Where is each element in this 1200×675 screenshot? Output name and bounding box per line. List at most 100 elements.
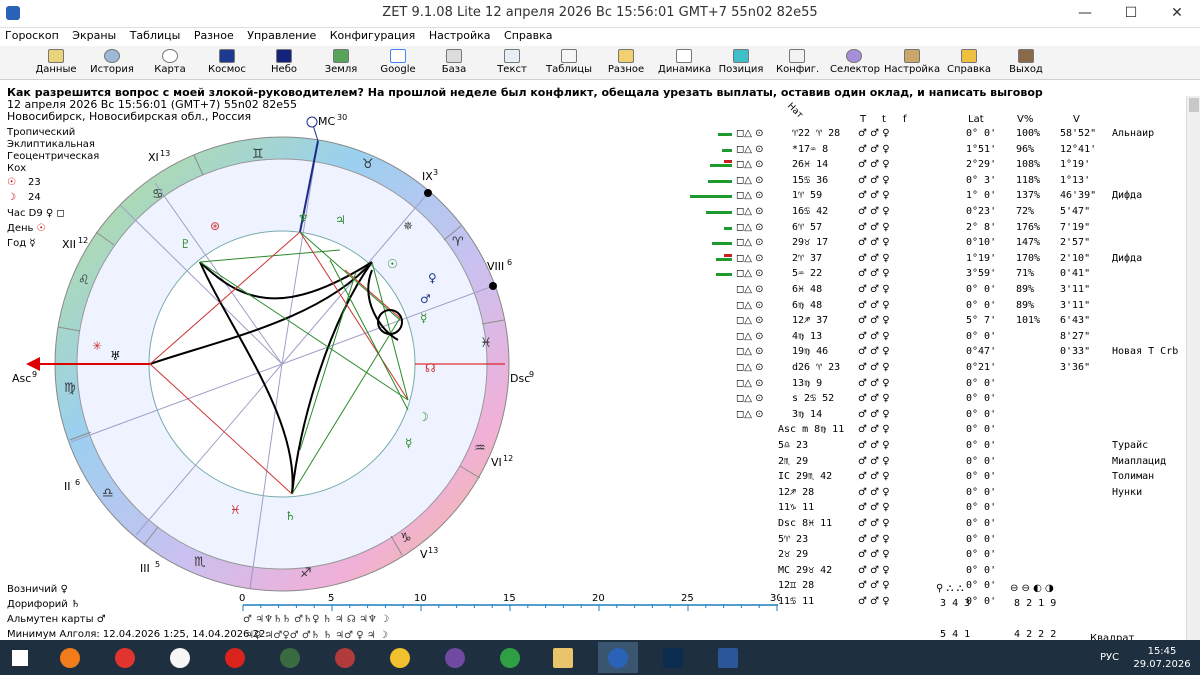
moon-glyph-icon: ☿: [420, 311, 427, 325]
house-9-label: IX: [422, 170, 433, 183]
star-cell: Новая Т Crb: [1112, 346, 1179, 358]
app-task-5[interactable]: [490, 642, 530, 673]
close-button[interactable]: ✕: [1154, 0, 1200, 28]
dsc-label: Dsc: [510, 372, 530, 385]
scroll-thumb[interactable]: [1189, 98, 1199, 112]
scale-tick-0: 0: [239, 593, 245, 604]
col-t-lower: t: [882, 114, 886, 125]
app-task-4[interactable]: [435, 642, 475, 673]
toolbar-exit-button[interactable]: Выход: [1006, 46, 1046, 80]
app-task-3[interactable]: [380, 642, 420, 673]
toolbar-selector-button[interactable]: Селектор: [830, 46, 880, 80]
toolbar-label: Выход: [1009, 64, 1043, 75]
uranus-icon: ♅: [110, 349, 121, 363]
lat-cell: 0° 0': [966, 440, 997, 451]
app-icon-3: [390, 648, 410, 668]
strength-bar: [706, 211, 732, 214]
position-cell: 5♎ 23: [778, 440, 809, 451]
virgo-icon: ♍: [64, 381, 76, 396]
lat-cell: 1° 0': [966, 190, 997, 202]
mc-degree: 30: [337, 113, 347, 122]
zet-task[interactable]: [598, 642, 638, 673]
position-cell: MC 29♉ 42: [778, 564, 833, 576]
asc-degree: 9: [32, 370, 37, 379]
photoshop-task[interactable]: [653, 642, 693, 673]
lat-cell: 0°23': [966, 206, 997, 217]
mars-icon: ♂: [420, 292, 431, 306]
position-cell: 19♍ 46: [792, 346, 829, 358]
opera-task[interactable]: [215, 642, 255, 673]
lat-cell: 0° 0': [966, 393, 997, 405]
toolbar-settings-button[interactable]: Настройка: [884, 46, 940, 80]
opera-icon: [225, 648, 245, 668]
lat-cell: 0°21': [966, 362, 997, 373]
v-cell: 3'11": [1060, 284, 1091, 295]
aspect-box-icon: ◻△ ⊙: [736, 221, 764, 233]
aspect-box-icon: ◻△ ⊙: [736, 206, 764, 217]
aspect-box-icon: ◻△ ⊙: [736, 393, 764, 405]
position-cell: 12♐ 37: [792, 315, 829, 327]
lat-cell: 1°51': [966, 143, 997, 155]
house-2-label: II: [64, 480, 71, 493]
firefox-task[interactable]: [50, 642, 90, 673]
yandex-browser-task[interactable]: [160, 642, 200, 673]
strength-bar: [708, 179, 732, 183]
ruler-glyphs-icon: ♂ ♂ ♀: [858, 315, 890, 327]
toolbar-help-button[interactable]: Справка: [946, 46, 992, 80]
photoshop-icon: [663, 648, 683, 668]
maximize-button[interactable]: ☐: [1108, 0, 1154, 28]
house-2-degree: 6: [75, 478, 80, 487]
cancer-icon: ♋: [152, 187, 164, 202]
strength-bar: [722, 148, 732, 152]
aquarius-icon: ♒: [474, 441, 486, 456]
ruler-glyphs-icon: ♂ ♂ ♀: [858, 330, 890, 342]
ruler-glyphs-icon: ♂ ♂ ♀: [858, 159, 890, 171]
capricorn-icon: ♑: [400, 531, 412, 546]
ruler-glyphs-icon: ♂ ♂ ♀: [858, 143, 890, 155]
ruler-glyphs-icon: ♂ ♂ ♀: [858, 346, 890, 358]
counts-a: 3 4 3: [940, 598, 971, 609]
ruler-glyphs-icon: ♂ ♂ ♀: [858, 471, 890, 483]
app-task-2[interactable]: [325, 642, 365, 673]
col-vpct: V%: [1017, 114, 1034, 125]
lat-cell: 0° 0': [966, 502, 997, 514]
house-5-label: V: [420, 548, 428, 561]
v-cell: 7'19": [1060, 221, 1091, 233]
ruler-glyphs-icon: ♂ ♂ ♀: [858, 455, 890, 467]
ruler-glyphs-icon: ♂ ♂ ♀: [858, 424, 890, 436]
word-icon: [718, 648, 738, 668]
position-cell: 12♊ 28: [778, 580, 815, 592]
vpct-cell: 96%: [1016, 143, 1035, 155]
toolbar-config-button[interactable]: Конфиг.: [776, 46, 819, 80]
minimize-button[interactable]: —: [1062, 0, 1108, 28]
v-cell: 8'27": [1060, 330, 1091, 342]
explorer-task[interactable]: [543, 642, 583, 673]
ruler-glyphs-icon: ♂ ♂ ♀: [858, 206, 890, 217]
app-task-1[interactable]: [270, 642, 310, 673]
vpct-cell: 89%: [1016, 284, 1035, 295]
position-cell: 3♍ 14: [792, 408, 823, 420]
start-button[interactable]: [0, 642, 40, 673]
libra-icon: ♎: [102, 486, 114, 501]
vertical-scrollbar[interactable]: [1186, 96, 1200, 640]
jupiter-icon: ♃: [335, 213, 346, 227]
app-icon-4: [445, 648, 465, 668]
clock[interactable]: 15:45 29.07.2026: [1132, 645, 1192, 671]
aspect-box-icon: ◻△ ⊙: [736, 252, 764, 264]
position-cell: 6♈ 57: [792, 221, 823, 233]
v-cell: 3'11": [1060, 299, 1091, 311]
aspect-box-icon: ◻△ ⊙: [736, 237, 764, 249]
lat-cell: 0° 0': [966, 596, 997, 607]
vpct-cell: 176%: [1016, 221, 1041, 233]
word-task[interactable]: [708, 642, 748, 673]
language-indicator[interactable]: РУС: [1100, 652, 1119, 663]
v-cell: 46'39": [1060, 190, 1097, 202]
scale-glyph-row-2: ♃♀ ♃♂♀♂ ♂♄ ♄ ♃♂ ♀ ♃ ☽: [245, 630, 388, 640]
viii-cusp-dot: [489, 282, 497, 290]
position-cell: 29♉ 17: [792, 237, 829, 249]
vpct-cell: 101%: [1016, 315, 1041, 327]
lat-cell: 0° 0': [966, 486, 997, 498]
weakness-bar: [724, 160, 732, 164]
taurus-icon: ♉: [362, 157, 374, 172]
yandex-task[interactable]: [105, 642, 145, 673]
